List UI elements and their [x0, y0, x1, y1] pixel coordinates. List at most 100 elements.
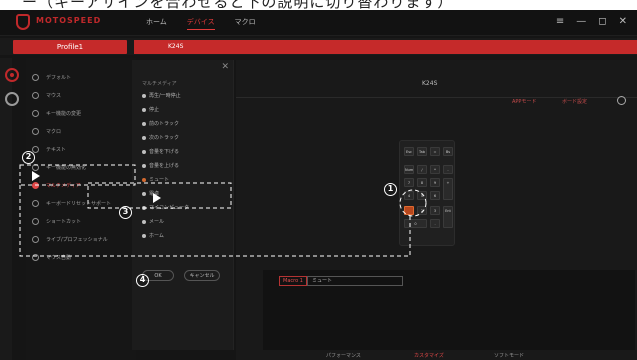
menu-item[interactable]: キー機能の変更: [26, 106, 134, 120]
radio-icon: [142, 205, 146, 210]
key-binding-panel: Macro 1 ミュート: [263, 270, 635, 350]
menu-item-icon: [32, 163, 39, 171]
radio-icon: [142, 135, 146, 140]
selected-key[interactable]: [404, 206, 414, 215]
menu-item[interactable]: ショートカット: [26, 214, 134, 228]
binding-value: ミュート: [307, 276, 403, 286]
nav-macro[interactable]: マクロ: [235, 17, 256, 30]
caption-bar: ー（キーアサインを合わせると下の説明に切り替わります）: [0, 0, 637, 10]
key[interactable]: Num: [404, 165, 414, 174]
caption-text: ー（キーアサインを合わせると下の説明に切り替わります）: [22, 0, 454, 10]
multimedia-option[interactable]: 音量を上げる: [142, 162, 179, 169]
radio-icon: [142, 121, 146, 126]
radio-icon: [142, 219, 146, 224]
multimedia-option[interactable]: 前のトラック: [142, 120, 179, 127]
key[interactable]: /: [417, 165, 427, 174]
menu-item-icon: [32, 73, 39, 81]
nav-device[interactable]: デバイス: [186, 17, 215, 30]
menu-item[interactable]: マクロ: [26, 124, 134, 138]
menu-item-icon: [32, 145, 39, 153]
app-window: MOTOSPEED ホーム デバイス マクロ ≡ — ◻ ✕ Profile1 …: [0, 10, 637, 360]
multimedia-option[interactable]: 音量を下げる: [142, 148, 179, 155]
numpad-keyboard: Esc Tab = Bs Num / * - 7 8 9 + 4 5 6 2 3…: [399, 140, 455, 246]
menu-icon[interactable]: ≡: [556, 16, 564, 27]
gear-icon[interactable]: [617, 96, 626, 105]
menu-item-multimedia[interactable]: マルチメディア: [26, 178, 134, 192]
menu-item-icon: [32, 217, 39, 225]
key[interactable]: Esc: [404, 147, 414, 156]
callout-2: 2: [22, 151, 35, 164]
mode-tab[interactable]: ソフトモード: [494, 352, 524, 359]
menu-item[interactable]: キーボードリセットサポート: [26, 196, 134, 210]
minimize-icon[interactable]: —: [576, 16, 586, 27]
key[interactable]: 5: [417, 191, 427, 200]
radio-icon: [142, 177, 146, 182]
key[interactable]: 6: [430, 191, 440, 200]
multimedia-option[interactable]: 電卓: [142, 190, 159, 197]
callout-4: 4: [136, 274, 149, 287]
key[interactable]: Bs: [443, 147, 453, 156]
close-icon[interactable]: ✕: [619, 16, 627, 27]
cancel-button[interactable]: キャンセル: [184, 270, 220, 281]
callout-3: 3: [119, 206, 132, 219]
top-nav: ホーム デバイス マクロ: [146, 17, 256, 30]
menu-item-icon: [32, 253, 39, 261]
multimedia-option[interactable]: メール: [142, 218, 164, 225]
key[interactable]: +: [443, 178, 453, 200]
logo-icon: [16, 14, 30, 30]
multimedia-option[interactable]: 停止: [142, 106, 159, 113]
multimedia-option[interactable]: マイコンピュータ: [142, 204, 189, 211]
mode-tab-active[interactable]: カスタマイズ: [414, 352, 444, 359]
main-area: K24S APPモード ボード設定 Esc Tab = Bs Num / * -…: [236, 60, 637, 360]
menu-item[interactable]: ライブ/プロフェッショナル: [26, 232, 134, 246]
menu-item-icon: [32, 181, 39, 189]
key[interactable]: .: [430, 219, 440, 228]
multimedia-option-selected[interactable]: ミュート: [142, 176, 169, 183]
menu-item-icon: [32, 109, 39, 117]
multimedia-option[interactable]: 次のトラック: [142, 134, 179, 141]
maximize-icon[interactable]: ◻: [598, 16, 606, 27]
logo: MOTOSPEED: [16, 14, 124, 31]
menu-item[interactable]: テキスト: [26, 142, 134, 156]
radio-icon: [142, 233, 146, 238]
panel-close-icon[interactable]: ✕: [221, 62, 229, 72]
key[interactable]: 9: [430, 178, 440, 187]
key[interactable]: -: [443, 165, 453, 174]
logo-text: MOTOSPEED: [36, 16, 102, 25]
menu-item-icon: [32, 127, 39, 135]
key[interactable]: *: [430, 165, 440, 174]
callout-1: 1: [384, 183, 397, 196]
menu-item[interactable]: キー機能の無効化: [26, 160, 134, 174]
radio-icon: [142, 191, 146, 196]
mode-tab[interactable]: パフォーマンス: [326, 352, 361, 359]
multimedia-option[interactable]: 再生/一時停止: [142, 92, 181, 99]
radio-icon: [142, 149, 146, 154]
nav-home[interactable]: ホーム: [146, 17, 167, 30]
radio-icon: [142, 107, 146, 112]
key[interactable]: 2: [417, 206, 427, 215]
profile-rail-icon[interactable]: [5, 68, 19, 82]
key[interactable]: 4: [404, 191, 414, 200]
profile-button[interactable]: Profile1: [13, 40, 127, 54]
key[interactable]: 0: [404, 219, 427, 228]
menu-item[interactable]: マウス: [26, 88, 134, 102]
key[interactable]: 7: [404, 178, 414, 187]
key[interactable]: Tab: [417, 147, 427, 156]
key[interactable]: =: [430, 147, 440, 156]
multimedia-panel: ✕ マルチメディア 再生/一時停止 停止 前のトラック 次のトラック 音量を下げ…: [132, 60, 234, 350]
menu-item-icon: [32, 199, 39, 207]
device-model: K24S: [422, 80, 438, 87]
menu-item[interactable]: マウス自動: [26, 250, 134, 264]
mode-tabs: パフォーマンス カスタマイズ ソフトモード: [236, 352, 637, 360]
device-tab[interactable]: K24S: [134, 40, 637, 54]
multimedia-option[interactable]: ホーム: [142, 232, 164, 239]
board-settings-link[interactable]: ボード設定: [562, 98, 587, 105]
light-rail-icon[interactable]: [5, 92, 19, 106]
key[interactable]: 8: [417, 178, 427, 187]
key[interactable]: 3: [430, 206, 440, 215]
key[interactable]: Ent: [443, 206, 453, 228]
profile-bar: Profile1 K24S: [0, 38, 637, 55]
menu-item[interactable]: デフォルト: [26, 70, 134, 84]
window-controls: ≡ — ◻ ✕: [556, 16, 627, 27]
app-mode-link[interactable]: APPモード: [512, 98, 536, 105]
